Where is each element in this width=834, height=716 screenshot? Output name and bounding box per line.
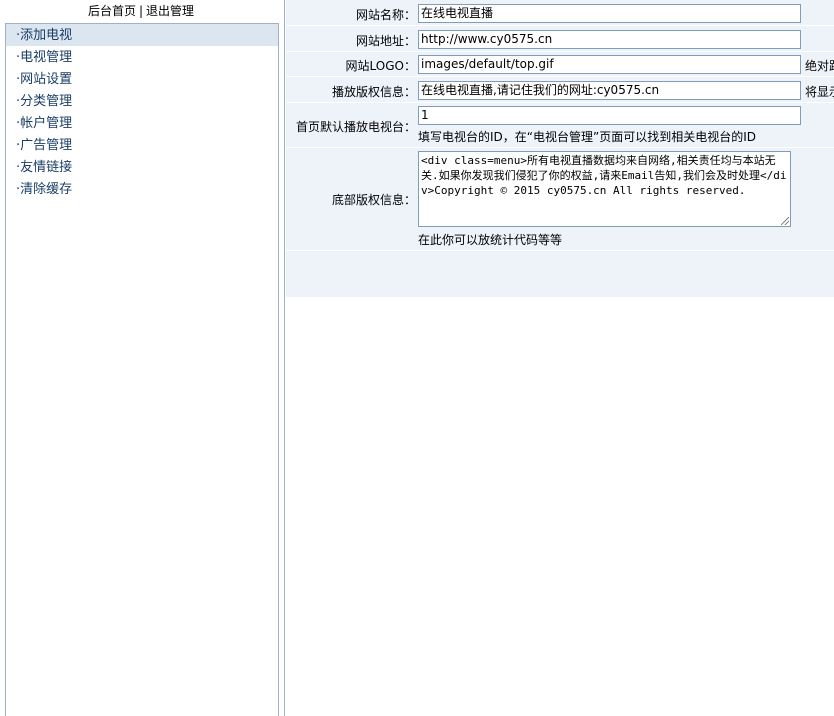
row-site-url: 网站地址： http://www.cy0575.cn bbox=[286, 26, 834, 52]
menu-item-add-tv[interactable]: ·添加电视 bbox=[6, 25, 278, 47]
row-site-name: 网站名称： 在线电视直播 bbox=[286, 0, 834, 26]
footer-copyright-note: 在此你可以放统计代码等等 bbox=[418, 233, 563, 247]
row-footer-copyright: 底部版权信息： <div class=menu>所有电视直播数据均来自网络,相关… bbox=[286, 148, 834, 251]
sidebar-menu: ·添加电视 ·电视管理 ·网站设置 ·分类管理 ·帐户管理 ·广告管理 ·友情链… bbox=[5, 23, 279, 716]
resize-grip-icon[interactable] bbox=[781, 217, 789, 225]
menu-item-site-settings[interactable]: ·网站设置 bbox=[6, 69, 278, 91]
home-link[interactable]: 后台首页 bbox=[88, 4, 136, 18]
site-logo-note: 绝对路 bbox=[805, 59, 834, 73]
top-nav: 后台首页 | 退出管理 bbox=[5, 0, 277, 23]
menu-item-friend-links[interactable]: ·友情链接 bbox=[6, 157, 278, 179]
play-copyright-note: 将显示 bbox=[805, 85, 834, 99]
row-play-copyright: 播放版权信息： 在线电视直播,请记住我们的网址:cy0575.cn 将显示 bbox=[286, 77, 834, 103]
site-name-input[interactable]: 在线电视直播 bbox=[418, 4, 801, 23]
menu-item-tv-manage[interactable]: ·电视管理 bbox=[6, 47, 278, 69]
menu-item-account-manage[interactable]: ·帐户管理 bbox=[6, 113, 278, 135]
site-url-label: 网站地址： bbox=[355, 34, 416, 48]
site-logo-input[interactable]: images/default/top.gif bbox=[418, 55, 801, 74]
site-name-label: 网站名称： bbox=[355, 8, 416, 22]
row-default-channel: 首页默认播放电视台： 1 填写电视台的ID，在“电视台管理”页面可以找到相关电视… bbox=[286, 103, 834, 148]
menu-item-category-manage[interactable]: ·分类管理 bbox=[6, 91, 278, 113]
site-logo-label: 网站LOGO： bbox=[345, 59, 416, 73]
left-frame: 后台首页 | 退出管理 ·添加电视 ·电视管理 ·网站设置 ·分类管理 ·帐户管理 … bbox=[0, 0, 284, 716]
default-channel-note: 填写电视台的ID，在“电视台管理”页面可以找到相关电视台的ID bbox=[418, 130, 756, 144]
right-frame: 网站名称： 在线电视直播 网站地址： http://www.cy0575.cn … bbox=[284, 0, 834, 716]
logout-link[interactable]: 退出管理 bbox=[146, 4, 194, 18]
form-footer-row bbox=[286, 251, 834, 297]
menu-item-clear-cache[interactable]: ·清除缓存 bbox=[6, 179, 278, 201]
footer-copyright-text: <div class=menu>所有电视直播数据均来自网络,相关责任均与本站无关… bbox=[421, 154, 787, 197]
menu-item-ad-manage[interactable]: ·广告管理 bbox=[6, 135, 278, 157]
default-channel-label: 首页默认播放电视台： bbox=[295, 120, 416, 134]
menu-list: ·添加电视 ·电视管理 ·网站设置 ·分类管理 ·帐户管理 ·广告管理 ·友情链… bbox=[6, 25, 278, 201]
play-copyright-input[interactable]: 在线电视直播,请记住我们的网址:cy0575.cn bbox=[418, 81, 801, 100]
play-copyright-label: 播放版权信息： bbox=[331, 85, 416, 99]
footer-copyright-textarea[interactable]: <div class=menu>所有电视直播数据均来自网络,相关责任均与本站无关… bbox=[418, 151, 791, 227]
site-url-input[interactable]: http://www.cy0575.cn bbox=[418, 30, 801, 49]
footer-copyright-label: 底部版权信息： bbox=[331, 193, 416, 207]
settings-form: 网站名称： 在线电视直播 网站地址： http://www.cy0575.cn … bbox=[286, 0, 834, 297]
nav-separator: | bbox=[138, 4, 144, 18]
row-site-logo: 网站LOGO： images/default/top.gif 绝对路 bbox=[286, 52, 834, 77]
default-channel-input[interactable]: 1 bbox=[418, 106, 801, 125]
